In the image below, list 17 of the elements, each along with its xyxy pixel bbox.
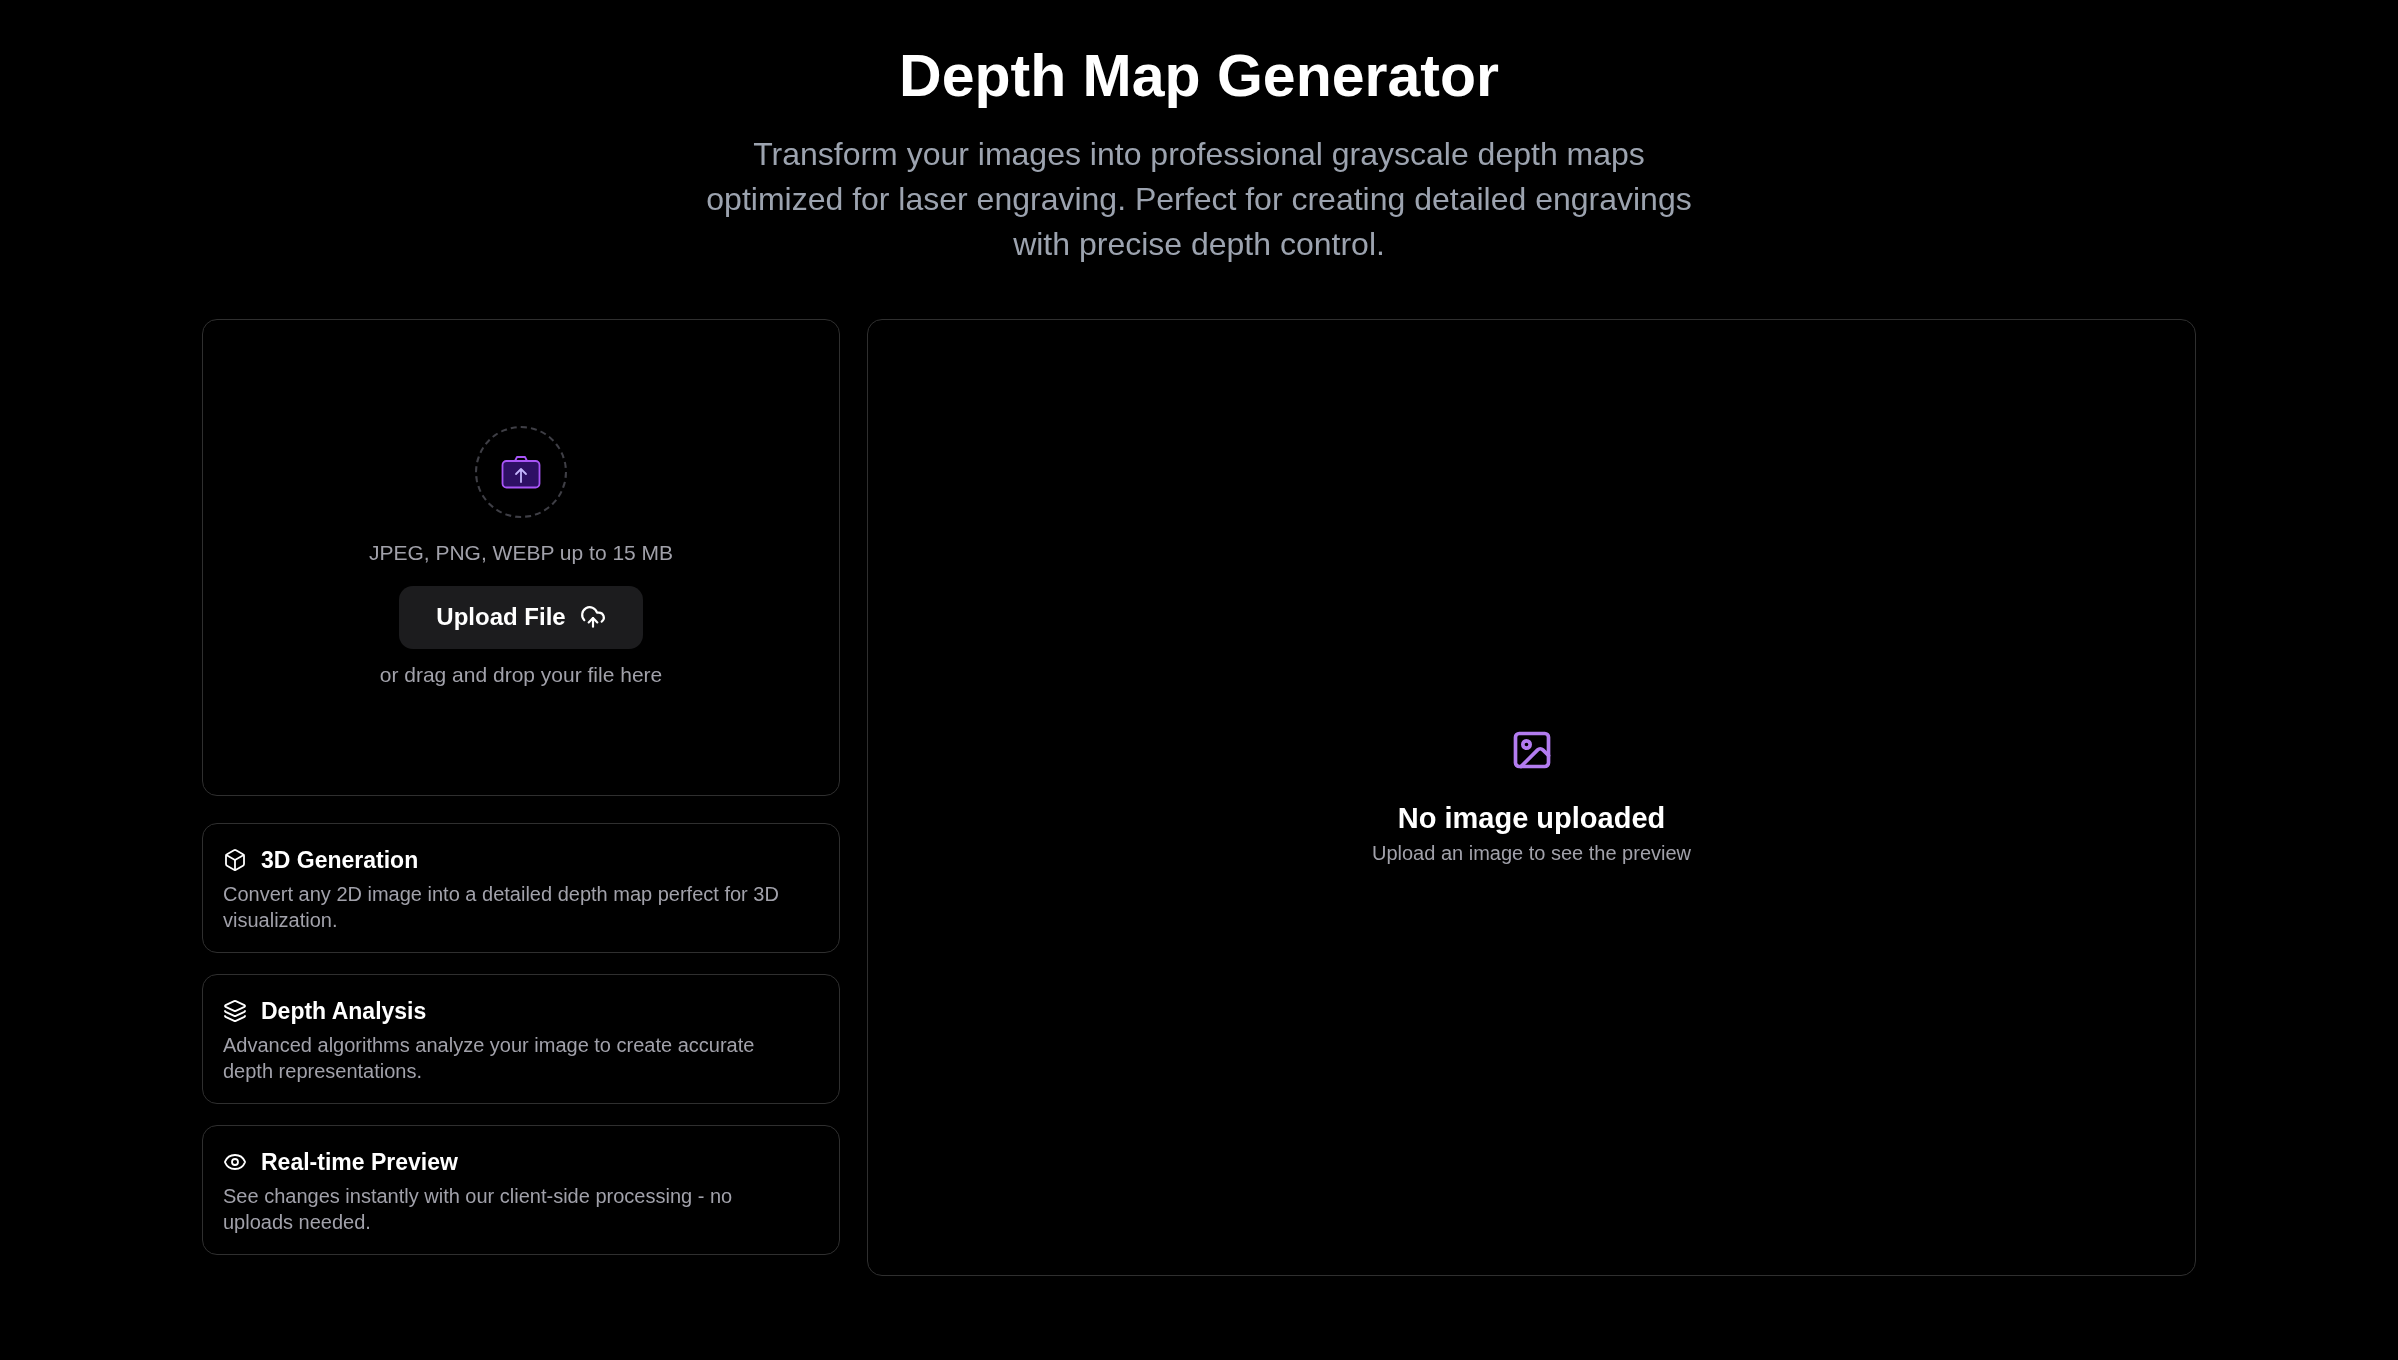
feature-description: See changes instantly with our client-side processing - no uploads needed.: [223, 1184, 734, 1235]
feature-title: Real-time Preview: [261, 1148, 458, 1177]
file-format-note: JPEG, PNG, WEBP up to 15 MB: [368, 539, 674, 566]
page-subtitle: Transform your images into professional grayscale depth maps optimized for laser engraving. Perfect for creating detailed engravings with precise depth control.: [705, 135, 1693, 264]
feature-description: Advanced algorithms analyze your image to create accurate depth representations.: [223, 1033, 756, 1084]
feature-title: Depth Analysis: [261, 997, 427, 1026]
drag-drop-hint: or drag and drop your file here: [379, 661, 663, 688]
empty-state-title: No image uploaded: [1397, 801, 1666, 836]
feature-title: 3D Generation: [261, 846, 419, 875]
cube-icon: [223, 848, 247, 872]
upload-button[interactable]: Upload File: [399, 585, 643, 649]
page-title: Depth Map Generator: [899, 42, 1499, 111]
feature-description: Convert any 2D image into a detailed depth map perfect for 3D visualization.: [223, 882, 780, 933]
layers-icon: [223, 999, 247, 1023]
cloud-upload-icon: [579, 604, 606, 630]
upload-icon: [475, 425, 567, 518]
empty-state-hint: Upload an image to see the preview: [1371, 841, 1692, 866]
